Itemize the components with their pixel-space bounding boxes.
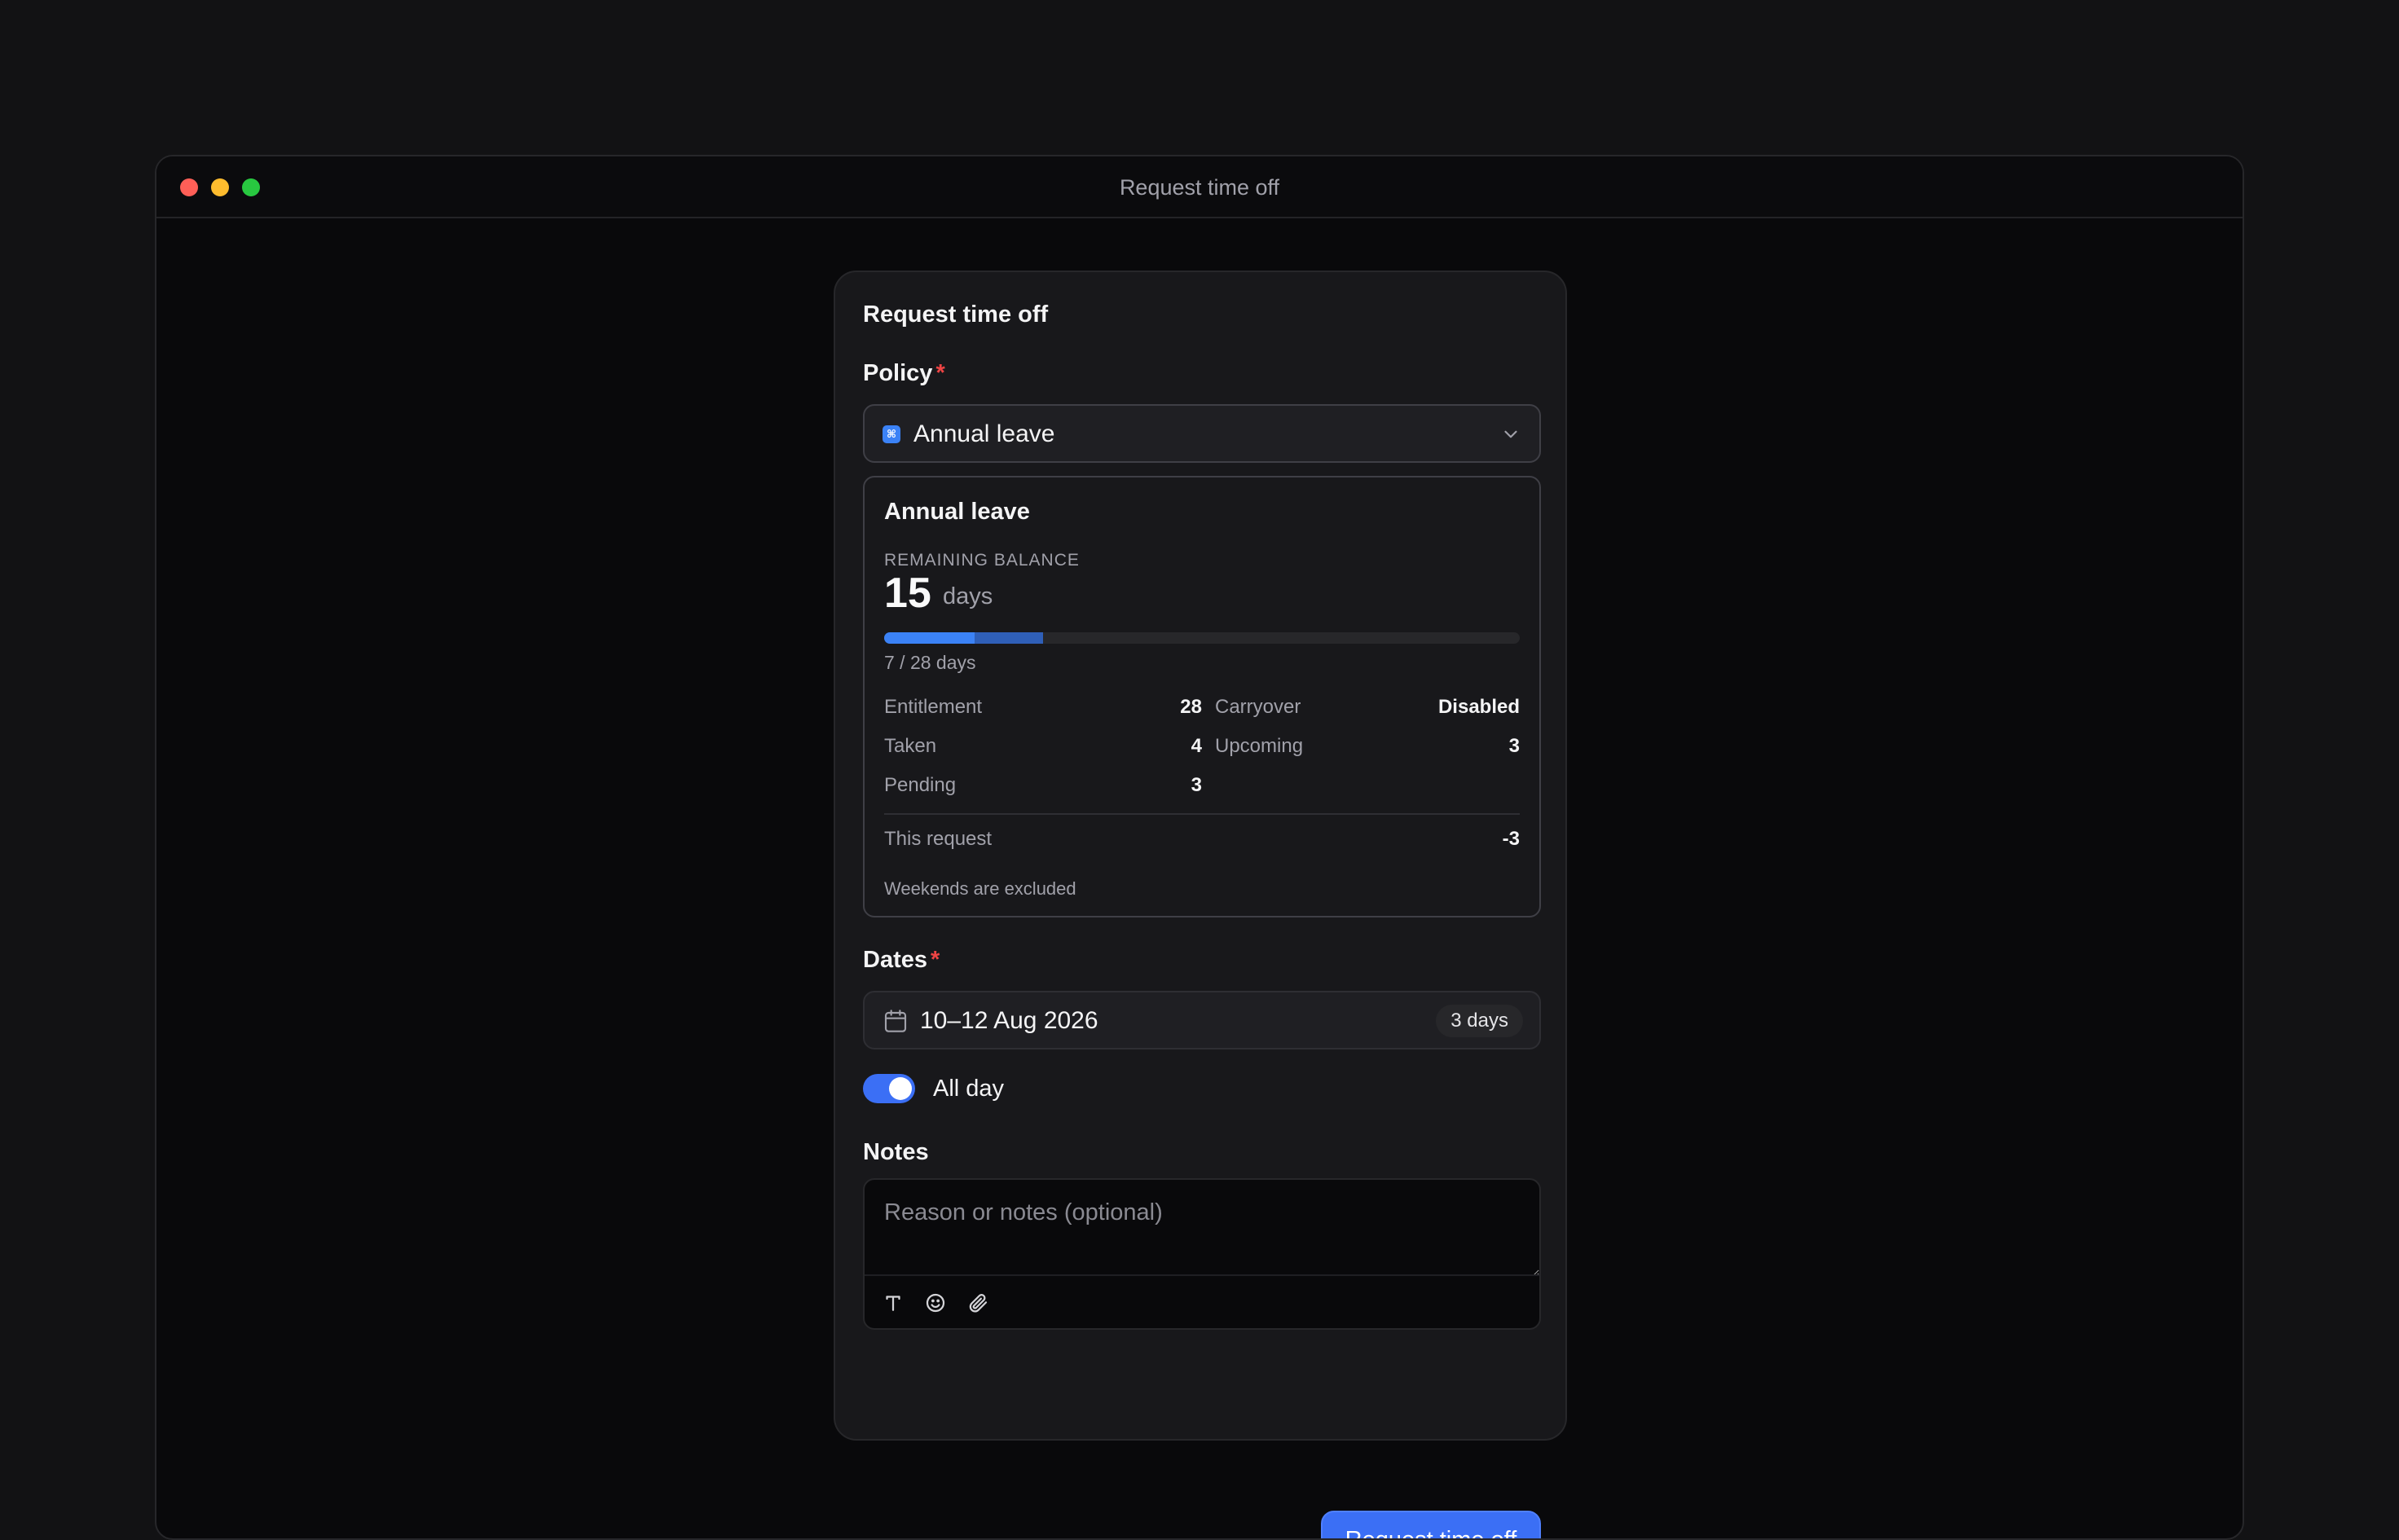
policy-label: Policy * xyxy=(863,360,945,387)
date-range-picker[interactable]: 10–12 Aug 2026 3 days xyxy=(863,991,1541,1049)
balance-progress-bar xyxy=(884,632,1520,644)
window-title: Request time off xyxy=(1119,175,1280,200)
app-window: Request time off Request time off Policy… xyxy=(155,155,2244,1540)
stat-upcoming-label: Upcoming xyxy=(1215,735,1304,757)
remaining-balance-value: 15 xyxy=(884,570,931,617)
chevron-down-icon xyxy=(1504,430,1517,438)
request-form-card: Request time off Policy * ⌘ Annual leave … xyxy=(834,271,1567,1538)
stat-carryover-label: Carryover xyxy=(1215,696,1301,718)
stat-entitlement-label: Entitlement xyxy=(884,696,983,718)
dates-label-text: Dates xyxy=(863,947,927,973)
progress-pending xyxy=(975,632,1043,644)
toggle-knob xyxy=(889,1077,912,1100)
policy-select[interactable]: ⌘ Annual leave xyxy=(863,404,1541,463)
notes-toolbar xyxy=(865,1274,1539,1328)
date-range-value: 10–12 Aug 2026 xyxy=(920,1007,1098,1034)
required-indicator: * xyxy=(931,947,940,973)
notes-editor xyxy=(863,1178,1541,1330)
policy-label-text: Policy xyxy=(863,360,933,386)
title-bar: Request time off xyxy=(156,156,2243,218)
calendar-icon xyxy=(884,1010,907,1032)
form-title: Request time off xyxy=(863,301,1049,328)
all-day-toggle[interactable] xyxy=(863,1074,915,1103)
request-time-off-button[interactable]: Request time off xyxy=(1321,1511,1541,1538)
required-indicator: * xyxy=(935,360,945,386)
policy-value: Annual leave xyxy=(913,420,1055,447)
stat-taken-label: Taken xyxy=(884,735,937,757)
days-count-badge: 3 days xyxy=(1436,1005,1523,1037)
stat-carryover-value: Disabled xyxy=(1437,696,1520,718)
balance-title: Annual leave xyxy=(884,499,1030,525)
notes-input[interactable] xyxy=(865,1180,1539,1276)
stat-pending-label: Pending xyxy=(884,774,957,796)
progress-taken xyxy=(884,632,975,644)
weekends-note: Weekends are excluded xyxy=(884,878,1076,899)
stat-pending-value: 3 xyxy=(1191,774,1202,796)
paperclip-icon[interactable] xyxy=(966,1291,990,1315)
dates-label: Dates * xyxy=(863,947,940,974)
text-format-icon[interactable] xyxy=(881,1291,905,1315)
all-day-label: All day xyxy=(933,1076,1005,1102)
this-request-value: -3 xyxy=(1502,828,1520,850)
stat-entitlement-value: 28 xyxy=(1180,696,1202,718)
balance-divider xyxy=(884,813,1520,815)
balance-card: Annual leave REMAINING BALANCE 15 days 7… xyxy=(863,476,1541,917)
balance-caption: REMAINING BALANCE xyxy=(884,551,1080,570)
policy-icon: ⌘ xyxy=(883,425,900,443)
emoji-icon[interactable] xyxy=(923,1291,948,1315)
stat-taken-value: 4 xyxy=(1191,735,1202,757)
this-request-label: This request xyxy=(884,828,993,850)
remaining-balance-unit: days xyxy=(943,583,993,609)
balance-used-text: 7 / 28 days xyxy=(884,652,976,673)
notes-label: Notes xyxy=(863,1139,929,1165)
stat-upcoming-value: 3 xyxy=(1508,735,1520,757)
